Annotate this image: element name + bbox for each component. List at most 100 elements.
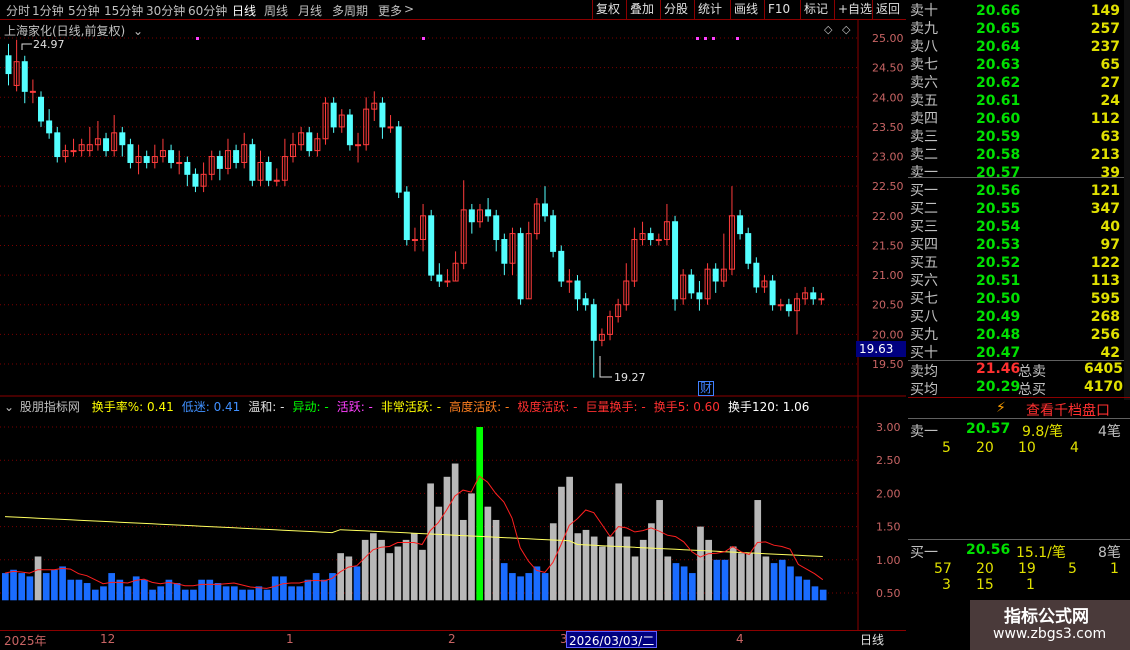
chevron-down-icon[interactable]: ⌄ <box>133 24 143 38</box>
bid-row[interactable]: 买九 20.48 256 <box>908 326 1130 344</box>
turnover-bar <box>778 559 786 601</box>
query-depth-button[interactable]: 查看千档盘口 <box>1026 400 1110 420</box>
indicator-header: ⌄ 股朋指标网 换手率%: 0.41 低迷: 0.41 温和: - 异动: - 活跃: … <box>4 398 813 415</box>
order-price: 20.60 <box>976 111 1021 127</box>
bid-row[interactable]: 买七 20.50 595 <box>908 290 1130 308</box>
side-strip <box>1124 0 1130 400</box>
candle-body <box>688 274 695 294</box>
order-volume: 347 <box>1090 201 1120 217</box>
turnover-bar <box>419 549 426 601</box>
order-price: 20.50 <box>976 291 1021 307</box>
candle-body <box>444 280 451 283</box>
order-level-label: 卖六 <box>910 75 938 91</box>
order-price: 20.64 <box>976 39 1021 55</box>
order-price: 20.62 <box>976 75 1021 91</box>
order-volume: 112 <box>1090 111 1120 127</box>
avg-sell-price: 21.46 <box>976 361 1021 377</box>
queue-ask-detail: 4 <box>1070 440 1079 456</box>
candle-body <box>395 126 402 193</box>
turnover-bar <box>476 427 484 601</box>
ask-row[interactable]: 卖四 20.60 112 <box>908 110 1130 128</box>
turnover-bar <box>697 526 704 601</box>
avg-sell-label: 卖均 <box>910 364 938 380</box>
bid-row[interactable]: 买四 20.53 97 <box>908 236 1130 254</box>
order-price: 20.48 <box>976 327 1021 343</box>
bid-row[interactable]: 买二 20.55 347 <box>908 200 1130 218</box>
ask-row[interactable]: 卖六 20.62 27 <box>908 74 1130 92</box>
candle-body <box>38 96 45 122</box>
candle-body <box>590 304 597 341</box>
candle-body <box>346 114 353 146</box>
turnover-bar <box>787 566 794 601</box>
candle-body <box>436 274 443 282</box>
candle-body <box>712 268 719 282</box>
order-level-label: 卖一 <box>910 165 938 181</box>
finance-badge[interactable]: 财 <box>698 381 715 396</box>
bid-row[interactable]: 买三 20.54 40 <box>908 218 1130 236</box>
turnover-bar <box>214 583 222 601</box>
ask-row[interactable]: 卖十 20.66 149 <box>908 2 1130 20</box>
candle-body <box>737 215 744 235</box>
candle-body <box>517 233 524 300</box>
turnover-bar <box>18 573 26 601</box>
indicator-tick-label: 3.00 <box>876 421 901 434</box>
candle-body <box>428 215 435 276</box>
order-book: 卖十 20.66 149 卖九 20.65 257 卖八 20.64 237 卖七 20.63 65 卖… <box>908 0 1130 396</box>
candle-body <box>818 298 825 301</box>
order-price: 20.55 <box>976 201 1021 217</box>
turnover-bar <box>639 539 647 601</box>
turnover-bar <box>435 506 443 601</box>
date-label: 12 <box>100 632 116 646</box>
candle-body <box>777 304 784 307</box>
candle-body <box>696 292 703 300</box>
order-level-label: 买二 <box>910 201 938 217</box>
bid-row[interactable]: 买一 20.56 121 <box>908 182 1130 200</box>
turnover-bar <box>746 553 753 601</box>
turnover-bar <box>582 529 590 601</box>
bid-row[interactable]: 买八 20.49 268 <box>908 308 1130 326</box>
signal-dot <box>712 37 715 40</box>
turnover-bar <box>206 579 214 601</box>
indicator-legend-item: 极度活跃: - <box>517 400 578 414</box>
turnover-bar <box>541 573 549 601</box>
indicator-legend-item: 换手率%: 0.41 <box>91 400 174 414</box>
order-volume: 39 <box>1100 165 1120 181</box>
ask-row[interactable]: 卖三 20.59 63 <box>908 128 1130 146</box>
scroll-icon[interactable]: ◇ <box>842 23 851 36</box>
turnover-bar <box>688 573 696 601</box>
ask-row[interactable]: 卖五 20.61 24 <box>908 92 1130 110</box>
indicator-name[interactable]: 股朋指标网 <box>20 400 80 414</box>
order-price: 20.52 <box>976 255 1021 271</box>
ask-row[interactable]: 卖八 20.64 237 <box>908 38 1130 56</box>
avg-buy-price: 20.29 <box>976 379 1021 395</box>
ask-row[interactable]: 卖一 20.57 39 <box>908 164 1130 182</box>
order-price: 20.59 <box>976 129 1021 145</box>
candle-body <box>330 102 337 128</box>
kline-chart-svg[interactable]: 25.00 24.50 24.00 23.50 23.00 22.50 22.00 21.50… <box>0 0 906 630</box>
ask-row[interactable]: 卖七 20.63 65 <box>908 56 1130 74</box>
bid-row[interactable]: 买五 20.52 122 <box>908 254 1130 272</box>
turnover-bar <box>615 483 623 601</box>
settings-icon[interactable]: ⌄ <box>4 400 14 414</box>
turnover-bar <box>230 586 238 601</box>
turnover-bar <box>811 586 819 601</box>
order-price: 20.65 <box>976 21 1021 37</box>
turnover-bar <box>795 576 802 601</box>
ask-row[interactable]: 卖九 20.65 257 <box>908 20 1130 38</box>
queue-bid-detail: 20 <box>976 561 994 577</box>
turnover-bar <box>762 556 770 601</box>
order-volume: 268 <box>1090 309 1120 325</box>
candle-body <box>379 102 386 128</box>
turnover-bar <box>713 559 721 601</box>
diamond-icon[interactable]: ◇ <box>824 23 833 36</box>
candle-body <box>29 90 36 93</box>
ask-row[interactable]: 卖二 20.58 213 <box>908 146 1130 164</box>
turnover-bar <box>271 576 279 601</box>
indicator-tick-label: 1.00 <box>876 554 901 567</box>
indicator-legend-item: 巨量换手: - <box>585 400 646 414</box>
indicator-tick-label: 2.00 <box>876 487 901 500</box>
bid-row[interactable]: 买六 20.51 113 <box>908 272 1130 290</box>
order-level-label: 买四 <box>910 237 938 253</box>
order-level-label: 买九 <box>910 327 938 343</box>
period-indicator[interactable]: 日线 <box>860 631 884 648</box>
